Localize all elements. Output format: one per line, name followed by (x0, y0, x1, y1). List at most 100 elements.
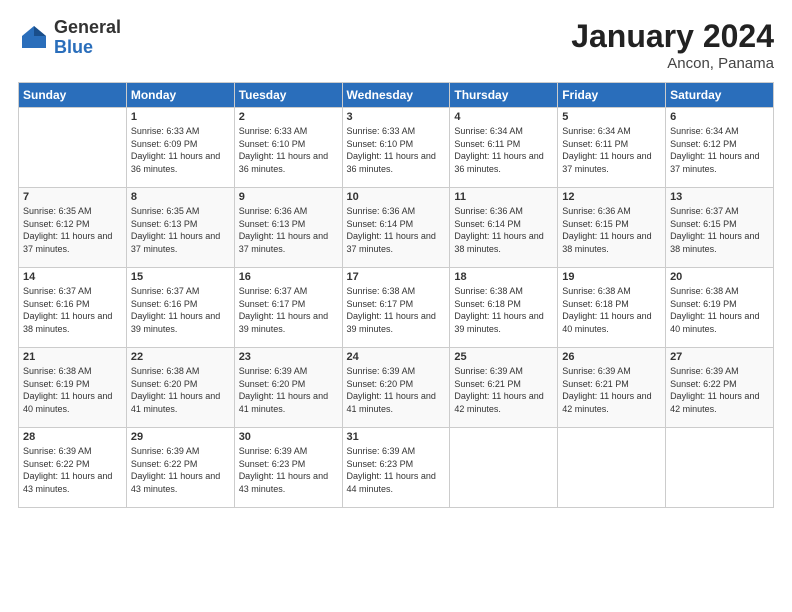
header: General Blue January 2024 Ancon, Panama (18, 18, 774, 72)
table-cell: 4 Sunrise: 6:34 AMSunset: 6:11 PMDaylight… (450, 108, 558, 188)
table-cell: 23Sunrise: 6:39 AMSunset: 6:20 PMDayligh… (234, 348, 342, 428)
table-cell: 11 Sunrise: 6:36 AMSunset: 6:14 PMDayligh… (450, 188, 558, 268)
table-cell: 13 Sunrise: 6:37 AMSunset: 6:15 PMDayligh… (666, 188, 774, 268)
week-row-5: 28 Sunrise: 6:39 AMSunset: 6:22 PMDayligh… (19, 428, 774, 508)
day-info: Sunrise: 6:38 AMSunset: 6:18 PMDaylight:… (454, 285, 553, 335)
day-number: 1 (131, 111, 230, 123)
day-info: Sunrise: 6:38 AMSunset: 6:19 PMDaylight:… (23, 365, 122, 415)
day-info: Sunrise: 6:34 AMSunset: 6:11 PMDaylight:… (562, 125, 661, 175)
day-info: Sunrise: 6:39 AMSunset: 6:21 PMDaylight:… (454, 365, 553, 415)
day-info: Sunrise: 6:37 AMSunset: 6:17 PMDaylight:… (239, 285, 338, 335)
main-title: January 2024 (571, 18, 774, 55)
day-info: Sunrise: 6:33 AMSunset: 6:10 PMDaylight:… (347, 125, 446, 175)
day-info: Sunrise: 6:37 AMSunset: 6:16 PMDaylight:… (23, 285, 122, 335)
table-cell: 27Sunrise: 6:39 AMSunset: 6:22 PMDayligh… (666, 348, 774, 428)
day-number: 14 (23, 271, 122, 283)
day-number: 7 (23, 191, 122, 203)
col-wednesday: Wednesday (342, 83, 450, 108)
logo-blue: Blue (54, 38, 121, 58)
col-saturday: Saturday (666, 83, 774, 108)
table-cell (558, 428, 666, 508)
table-cell: 19Sunrise: 6:38 AMSunset: 6:18 PMDayligh… (558, 268, 666, 348)
table-cell: 17Sunrise: 6:38 AMSunset: 6:17 PMDayligh… (342, 268, 450, 348)
table-cell: 6 Sunrise: 6:34 AMSunset: 6:12 PMDaylight… (666, 108, 774, 188)
day-info: Sunrise: 6:39 AMSunset: 6:21 PMDaylight:… (562, 365, 661, 415)
day-number: 25 (454, 351, 553, 363)
day-number: 20 (670, 271, 769, 283)
day-number: 8 (131, 191, 230, 203)
day-number: 2 (239, 111, 338, 123)
day-number: 12 (562, 191, 661, 203)
table-cell: 2Sunrise: 6:33 AMSunset: 6:10 PMDaylight… (234, 108, 342, 188)
table-cell: 29 Sunrise: 6:39 AMSunset: 6:22 PMDayligh… (126, 428, 234, 508)
day-info: Sunrise: 6:37 AMSunset: 6:15 PMDaylight:… (670, 205, 769, 255)
day-number: 29 (131, 431, 230, 443)
table-cell: 12Sunrise: 6:36 AMSunset: 6:15 PMDayligh… (558, 188, 666, 268)
header-row: Sunday Monday Tuesday Wednesday Thursday… (19, 83, 774, 108)
day-info: Sunrise: 6:39 AMSunset: 6:22 PMDaylight:… (23, 445, 122, 495)
day-info: Sunrise: 6:34 AMSunset: 6:11 PMDaylight:… (454, 125, 553, 175)
week-row-3: 14 Sunrise: 6:37 AMSunset: 6:16 PMDayligh… (19, 268, 774, 348)
day-number: 19 (562, 271, 661, 283)
table-cell: 21 Sunrise: 6:38 AMSunset: 6:19 PMDayligh… (19, 348, 127, 428)
day-number: 11 (454, 191, 553, 203)
table-cell: 16 Sunrise: 6:37 AMSunset: 6:17 PMDayligh… (234, 268, 342, 348)
day-number: 9 (239, 191, 338, 203)
col-sunday: Sunday (19, 83, 127, 108)
table-cell: 24 Sunrise: 6:39 AMSunset: 6:20 PMDayligh… (342, 348, 450, 428)
table-cell: 15 Sunrise: 6:37 AMSunset: 6:16 PMDayligh… (126, 268, 234, 348)
day-number: 6 (670, 111, 769, 123)
table-cell: 18 Sunrise: 6:38 AMSunset: 6:18 PMDayligh… (450, 268, 558, 348)
table-cell: 20 Sunrise: 6:38 AMSunset: 6:19 PMDayligh… (666, 268, 774, 348)
table-cell: 26 Sunrise: 6:39 AMSunset: 6:21 PMDayligh… (558, 348, 666, 428)
table-cell: 5 Sunrise: 6:34 AMSunset: 6:11 PMDaylight… (558, 108, 666, 188)
table-cell: 9 Sunrise: 6:36 AMSunset: 6:13 PMDaylight… (234, 188, 342, 268)
table-cell: 10Sunrise: 6:36 AMSunset: 6:14 PMDayligh… (342, 188, 450, 268)
table-cell: 28 Sunrise: 6:39 AMSunset: 6:22 PMDayligh… (19, 428, 127, 508)
table-cell: 30Sunrise: 6:39 AMSunset: 6:23 PMDayligh… (234, 428, 342, 508)
day-info: Sunrise: 6:39 AMSunset: 6:23 PMDaylight:… (347, 445, 446, 495)
day-number: 16 (239, 271, 338, 283)
day-info: Sunrise: 6:33 AMSunset: 6:09 PMDaylight:… (131, 125, 230, 175)
logo-general: General (54, 18, 121, 38)
day-number: 26 (562, 351, 661, 363)
day-info: Sunrise: 6:36 AMSunset: 6:13 PMDaylight:… (239, 205, 338, 255)
day-number: 24 (347, 351, 446, 363)
week-row-1: 1 Sunrise: 6:33 AMSunset: 6:09 PMDaylight… (19, 108, 774, 188)
table-cell: 3 Sunrise: 6:33 AMSunset: 6:10 PMDaylight… (342, 108, 450, 188)
table-cell: 31 Sunrise: 6:39 AMSunset: 6:23 PMDayligh… (342, 428, 450, 508)
day-info: Sunrise: 6:37 AMSunset: 6:16 PMDaylight:… (131, 285, 230, 335)
col-friday: Friday (558, 83, 666, 108)
day-number: 31 (347, 431, 446, 443)
week-row-4: 21 Sunrise: 6:38 AMSunset: 6:19 PMDayligh… (19, 348, 774, 428)
day-number: 17 (347, 271, 446, 283)
day-info: Sunrise: 6:36 AMSunset: 6:14 PMDaylight:… (347, 205, 446, 255)
day-number: 30 (239, 431, 338, 443)
day-number: 28 (23, 431, 122, 443)
day-info: Sunrise: 6:36 AMSunset: 6:14 PMDaylight:… (454, 205, 553, 255)
day-info: Sunrise: 6:38 AMSunset: 6:19 PMDaylight:… (670, 285, 769, 335)
day-info: Sunrise: 6:39 AMSunset: 6:20 PMDaylight:… (239, 365, 338, 415)
day-number: 22 (131, 351, 230, 363)
day-number: 18 (454, 271, 553, 283)
table-cell: 8 Sunrise: 6:35 AMSunset: 6:13 PMDaylight… (126, 188, 234, 268)
day-info: Sunrise: 6:35 AMSunset: 6:13 PMDaylight:… (131, 205, 230, 255)
logo: General Blue (18, 18, 121, 58)
table-cell: 7Sunrise: 6:35 AMSunset: 6:12 PMDaylight… (19, 188, 127, 268)
day-number: 21 (23, 351, 122, 363)
day-number: 13 (670, 191, 769, 203)
table-cell (19, 108, 127, 188)
day-info: Sunrise: 6:39 AMSunset: 6:20 PMDaylight:… (347, 365, 446, 415)
day-number: 5 (562, 111, 661, 123)
day-number: 4 (454, 111, 553, 123)
table-cell (450, 428, 558, 508)
day-info: Sunrise: 6:34 AMSunset: 6:12 PMDaylight:… (670, 125, 769, 175)
col-tuesday: Tuesday (234, 83, 342, 108)
table-cell: 22Sunrise: 6:38 AMSunset: 6:20 PMDayligh… (126, 348, 234, 428)
subtitle: Ancon, Panama (571, 55, 774, 72)
table-cell (666, 428, 774, 508)
day-number: 15 (131, 271, 230, 283)
day-info: Sunrise: 6:39 AMSunset: 6:22 PMDaylight:… (131, 445, 230, 495)
day-number: 3 (347, 111, 446, 123)
calendar-table: Sunday Monday Tuesday Wednesday Thursday… (18, 82, 774, 508)
